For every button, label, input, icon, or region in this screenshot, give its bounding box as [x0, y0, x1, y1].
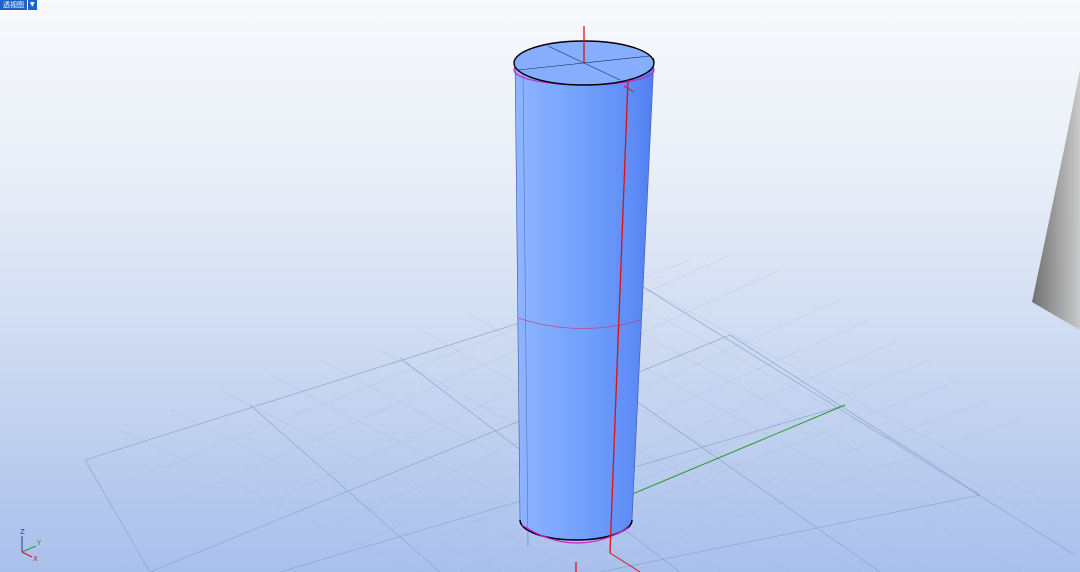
- cylinder-object[interactable]: [513, 26, 655, 572]
- viewport-title-tab[interactable]: 透视图 ▼: [0, 0, 37, 10]
- cylinder-body[interactable]: [515, 58, 654, 540]
- triad-z-label: Z: [20, 528, 25, 536]
- triad-x-label: X: [33, 555, 38, 563]
- viewport-title[interactable]: 透视图: [0, 0, 27, 10]
- perspective-viewport[interactable]: 透视图 ▼ Z Y X: [0, 0, 1080, 572]
- side-box-object[interactable]: [1032, 70, 1080, 330]
- chevron-down-icon[interactable]: ▼: [28, 0, 37, 10]
- triad-y-label: Y: [36, 539, 42, 547]
- axis-triad: Z Y X: [20, 528, 42, 563]
- scene-canvas[interactable]: [0, 0, 1080, 572]
